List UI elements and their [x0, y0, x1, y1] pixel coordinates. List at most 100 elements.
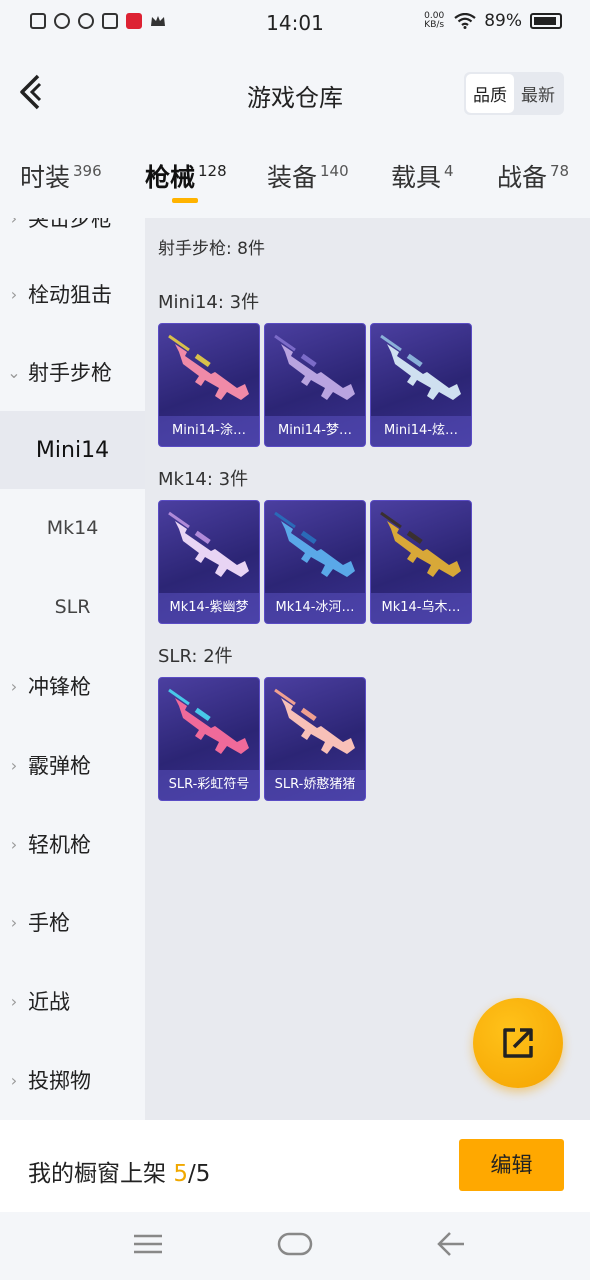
- tab-label: 装备: [267, 163, 318, 192]
- sidebar-item-shotgun[interactable]: › 霰弹枪: [0, 726, 145, 804]
- rifle-icon: [380, 334, 461, 400]
- active-tab-indicator: [172, 198, 198, 203]
- skin-card[interactable]: Mk14-紫幽梦: [158, 500, 260, 624]
- showcase-bar: 我的橱窗上架 5/5 编辑: [0, 1120, 590, 1212]
- showcase-total: 5: [195, 1161, 211, 1187]
- skin-card[interactable]: Mini14-梦…: [264, 323, 366, 447]
- sidebar-item-label: 射手步枪: [28, 361, 112, 385]
- sidebar-item-label: 突击步枪: [28, 218, 112, 231]
- tab-label: 时装: [20, 163, 71, 192]
- rifle-body: [387, 344, 461, 400]
- wifi-icon: [454, 13, 476, 29]
- menu-icon: [134, 1234, 162, 1254]
- category-tabs: 时装 396 枪械 128 装备 140 载具 4 战备 78: [0, 140, 590, 218]
- rifle-body: [175, 698, 249, 754]
- tab-count: 140: [320, 162, 349, 180]
- sidebar-item-mk14[interactable]: Mk14: [0, 489, 145, 567]
- net-speed-unit: KB/s: [424, 20, 445, 30]
- battery-icon: [530, 13, 562, 29]
- skin-name: SLR-娇憨猪猪: [265, 770, 365, 800]
- system-navigation-bar: [0, 1212, 590, 1280]
- sidebar-item-label: 栓动狙击: [28, 283, 112, 307]
- sidebar-item-label: 近战: [28, 990, 70, 1014]
- skin-name: Mk14-紫幽梦: [159, 593, 259, 623]
- sidebar: › 突击步枪 › 栓动狙击 ⌄ 射手步枪 Mini14 Mk14 SLR › 冲…: [0, 218, 145, 1120]
- sidebar-item-mini14[interactable]: Mini14: [0, 411, 145, 489]
- sidebar-item-label: 冲锋枪: [28, 675, 91, 699]
- rifle-icon: [274, 688, 355, 754]
- group-title: Mini14: 3件: [158, 292, 260, 313]
- showcase-count: 5/5: [173, 1161, 210, 1187]
- skin-card[interactable]: SLR-彩虹符号: [158, 677, 260, 801]
- category-summary: 射手步枪: 8件: [158, 239, 265, 259]
- status-bar: 14:01 0.00 KB/s 89%: [0, 0, 590, 46]
- tab-count: 4: [444, 162, 454, 180]
- battery-percent: 89%: [484, 11, 522, 31]
- skin-name: Mini14-涂…: [159, 416, 259, 446]
- chevron-right-icon: ›: [10, 676, 18, 696]
- chevron-right-icon: ›: [10, 834, 18, 854]
- sidebar-item-dmr[interactable]: ⌄ 射手步枪: [0, 333, 145, 411]
- sort-by-newest[interactable]: 最新: [514, 74, 562, 113]
- skin-card[interactable]: SLR-娇憨猪猪: [264, 677, 366, 801]
- chevron-right-icon: ›: [10, 284, 18, 304]
- group-title: SLR: 2件: [158, 646, 233, 667]
- home-button[interactable]: [277, 1230, 313, 1262]
- system-back-button[interactable]: [436, 1230, 466, 1262]
- skin-card[interactable]: Mk14-冰河…: [264, 500, 366, 624]
- tab-fashion[interactable]: 时装 396: [20, 158, 102, 194]
- chevron-right-icon: ›: [10, 991, 18, 1011]
- rifle-body: [175, 521, 249, 577]
- tab-count: 78: [550, 162, 570, 180]
- tab-count: 128: [198, 162, 227, 180]
- sidebar-item-assault-rifle[interactable]: › 突击步枪: [0, 218, 145, 257]
- sidebar-item-label: 霰弹枪: [28, 754, 91, 778]
- sidebar-item-label: 手枪: [28, 911, 70, 935]
- rifle-body: [387, 521, 461, 577]
- network-speed: 0.00 KB/s: [422, 12, 446, 30]
- sidebar-item-bolt-sniper[interactable]: › 栓动狙击: [0, 255, 145, 333]
- sidebar-item-label: Mk14: [46, 517, 99, 539]
- skin-card[interactable]: Mini14-炫…: [370, 323, 472, 447]
- tab-count: 396: [73, 162, 102, 180]
- rifle-icon: [168, 688, 249, 754]
- sidebar-item-label: 投掷物: [28, 1069, 91, 1093]
- sidebar-item-throwable[interactable]: › 投掷物: [0, 1041, 145, 1119]
- sidebar-item-smg[interactable]: › 冲锋枪: [0, 647, 145, 725]
- sidebar-item-lmg[interactable]: › 轻机枪: [0, 805, 145, 883]
- rifle-body: [281, 698, 355, 754]
- tab-label: 枪械: [145, 163, 196, 192]
- share-button[interactable]: [473, 998, 563, 1088]
- edit-button[interactable]: 编辑: [459, 1139, 564, 1191]
- sidebar-item-slr[interactable]: SLR: [0, 568, 145, 646]
- skin-name: Mini14-炫…: [371, 416, 471, 446]
- chevron-right-icon: ›: [10, 1070, 18, 1090]
- showcase-separator: /: [187, 1161, 196, 1187]
- tab-vehicles[interactable]: 载具 4: [391, 158, 454, 194]
- rifle-icon: [274, 334, 355, 400]
- rifle-body: [281, 521, 355, 577]
- skin-name: Mini14-梦…: [265, 416, 365, 446]
- sidebar-item-pistol[interactable]: › 手枪: [0, 883, 145, 961]
- menu-button[interactable]: [132, 1230, 164, 1262]
- rifle-icon: [380, 511, 461, 577]
- item-list: 射手步枪: 8件 Mini14: 3件 Mini14-涂… Mini14-梦… …: [145, 218, 590, 1120]
- tab-gear[interactable]: 战备 78: [497, 158, 569, 194]
- sidebar-item-melee[interactable]: › 近战: [0, 962, 145, 1040]
- tab-equipment[interactable]: 装备 140: [267, 158, 349, 194]
- rifle-icon: [168, 511, 249, 577]
- sidebar-item-label: 轻机枪: [28, 833, 91, 857]
- rifle-body: [175, 344, 249, 400]
- header: 游戏仓库 品质 最新: [0, 46, 590, 140]
- rifle-icon: [168, 334, 249, 400]
- rifle-body: [281, 344, 355, 400]
- skin-name: SLR-彩虹符号: [159, 770, 259, 800]
- tab-firearms[interactable]: 枪械 128: [145, 158, 227, 194]
- skin-card[interactable]: Mk14-乌木…: [370, 500, 472, 624]
- chevron-right-icon: ›: [10, 912, 18, 932]
- tab-label: 战备: [497, 163, 548, 192]
- skin-card[interactable]: Mini14-涂…: [158, 323, 260, 447]
- sort-by-quality[interactable]: 品质: [466, 74, 514, 113]
- showcase-label: 我的橱窗上架 5/5: [28, 1154, 210, 1188]
- group-title: Mk14: 3件: [158, 469, 249, 490]
